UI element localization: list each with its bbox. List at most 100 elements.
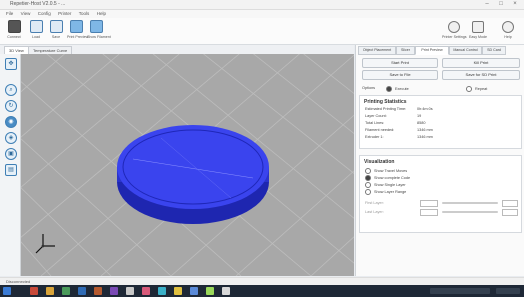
tab-manual-control[interactable]: Manual Control — [449, 46, 482, 55]
last-layer-label: Last Layer: — [365, 210, 384, 214]
help-button[interactable]: Help — [496, 21, 520, 43]
build-plate-scene[interactable] — [21, 54, 354, 276]
printing-statistics-box: Printing Statistics Estimated Printing T… — [359, 95, 522, 149]
close-button[interactable]: × — [510, 1, 520, 7]
radio-dot — [365, 168, 371, 174]
stat-row: Estimated Printing Time: 0h:4m:0s — [365, 107, 433, 111]
menu-file[interactable]: File — [6, 10, 13, 18]
taskbar-app-icon[interactable] — [126, 287, 134, 295]
visualization-title: Visualization — [364, 159, 395, 165]
title-bar: Repetier-Host V2.0.5 - ... – □ × — [0, 0, 524, 10]
os-taskbar — [0, 285, 524, 297]
tab-temperature-curve[interactable]: Temperature Curve — [28, 46, 73, 54]
taskbar-app-icon[interactable] — [142, 287, 150, 295]
visualization-box: Visualization Show Travel Moves Show com… — [359, 155, 522, 233]
taskbar-app-icon[interactable] — [30, 287, 38, 295]
system-tray[interactable] — [430, 288, 490, 294]
taskbar-app-icon[interactable] — [62, 287, 70, 295]
maximize-button[interactable]: □ — [496, 1, 506, 7]
show-single-layer-radio[interactable]: Show Single Layer — [365, 182, 406, 188]
easy-mode-button[interactable]: Easy Mode — [466, 21, 490, 43]
print-preview-icon — [69, 20, 83, 33]
window-title: Repetier-Host V2.0.5 - ... — [10, 1, 66, 7]
status-bar: Disconnected — [0, 277, 524, 285]
tab-slicer[interactable]: Slicer — [396, 46, 415, 55]
stat-row: Total Lines: 8580 — [365, 121, 426, 125]
minimize-button[interactable]: – — [482, 1, 492, 7]
top-view-icon[interactable]: ▣ — [5, 148, 17, 160]
view-toolbar: ✥ ⌕ ↻ ◉ ◈ ▣ ▤ — [0, 54, 21, 276]
plug-icon — [7, 20, 21, 33]
kill-print-button[interactable]: Kill Print — [442, 58, 520, 68]
stat-row: Layer Count: 19 — [365, 114, 422, 118]
connect-button[interactable]: Connect — [5, 20, 23, 42]
taskbar-app-icon[interactable] — [174, 287, 182, 295]
first-layer-label: First Layer: — [365, 201, 384, 205]
menu-view[interactable]: View — [21, 10, 31, 18]
isometric-icon[interactable]: ◈ — [5, 132, 17, 144]
filament-icon — [89, 20, 103, 33]
last-layer-value — [502, 209, 518, 216]
monitor-icon — [472, 21, 484, 33]
options-label: Options — [362, 86, 376, 90]
show-travel-moves-radio[interactable]: Show Travel Moves — [365, 168, 407, 174]
taskbar-app-icon[interactable] — [46, 287, 54, 295]
first-layer-value — [502, 200, 518, 207]
taskbar-app-icon[interactable] — [94, 287, 102, 295]
show-complete-code-radio[interactable]: Show complete Code — [365, 175, 410, 181]
taskbar-app-icon[interactable] — [206, 287, 214, 295]
first-layer-slider[interactable] — [442, 202, 498, 204]
stat-row: Filament needed: 1346 mm — [365, 128, 433, 132]
start-icon[interactable] — [3, 287, 11, 295]
view-tabs: 3D View Temperature Curve — [0, 45, 354, 54]
gear-icon — [448, 21, 460, 33]
help-icon — [502, 21, 514, 33]
taskbar-app-icon[interactable] — [110, 287, 118, 295]
start-print-button[interactable]: Start Print — [362, 58, 438, 68]
save-for-sd-button[interactable]: Save for SD Print — [442, 70, 520, 80]
model-disc[interactable] — [117, 125, 269, 224]
execute-radio[interactable]: Execute — [386, 86, 409, 92]
radio-dot — [365, 182, 371, 188]
repeat-radio[interactable]: Repeat — [466, 86, 487, 92]
radio-dot — [365, 175, 371, 181]
tab-object-placement[interactable]: Object Placement — [358, 46, 396, 55]
menu-help[interactable]: Help — [97, 10, 106, 18]
load-button[interactable]: Load — [27, 20, 45, 42]
menu-bar: File View Config Printer Tools Help — [0, 10, 524, 18]
taskbar-app-icon[interactable] — [190, 287, 198, 295]
show-filament-button[interactable]: Show Filament — [87, 20, 111, 42]
zoom-icon[interactable]: ⌕ — [5, 84, 17, 96]
save-to-file-button[interactable]: Save to File — [362, 70, 438, 80]
taskbar-app-icon[interactable] — [78, 287, 86, 295]
stat-row: Extruder 1: 1346 mm — [365, 135, 433, 139]
radio-dot — [466, 86, 472, 92]
front-view-icon[interactable]: ▤ — [5, 164, 17, 176]
control-panel: Object Placement Slicer Print Preview Ma… — [355, 45, 524, 276]
radio-dot — [365, 189, 371, 195]
radio-dot — [386, 86, 392, 92]
print-preview-button[interactable]: Print Preview — [67, 20, 88, 42]
first-layer-input[interactable] — [420, 200, 438, 207]
clock — [496, 288, 520, 294]
save-icon — [49, 20, 63, 33]
rotate-icon[interactable]: ↻ — [5, 100, 17, 112]
tab-print-preview[interactable]: Print Preview — [415, 46, 449, 55]
printing-statistics-title: Printing Statistics — [364, 99, 407, 105]
3d-viewport[interactable] — [21, 54, 354, 276]
tab-3d-view[interactable]: 3D View — [4, 46, 29, 54]
menu-tools[interactable]: Tools — [79, 10, 90, 18]
taskbar-app-icon[interactable] — [158, 287, 166, 295]
show-layer-range-radio[interactable]: Show Layer Range — [365, 189, 406, 195]
menu-config[interactable]: Config — [38, 10, 51, 18]
menu-printer[interactable]: Printer — [58, 10, 71, 18]
last-layer-slider[interactable] — [442, 211, 498, 213]
taskbar-app-icon[interactable] — [222, 287, 230, 295]
last-layer-input[interactable] — [420, 209, 438, 216]
main-toolbar: Connect Load Save Print Preview Show Fil… — [0, 18, 524, 45]
fit-icon[interactable]: ◉ — [5, 116, 17, 128]
printer-settings-button[interactable]: Printer Settings — [442, 21, 467, 43]
save-button[interactable]: Save — [47, 20, 65, 42]
tab-sd-card[interactable]: SD Card — [482, 46, 506, 55]
move-view-icon[interactable]: ✥ — [5, 58, 17, 70]
